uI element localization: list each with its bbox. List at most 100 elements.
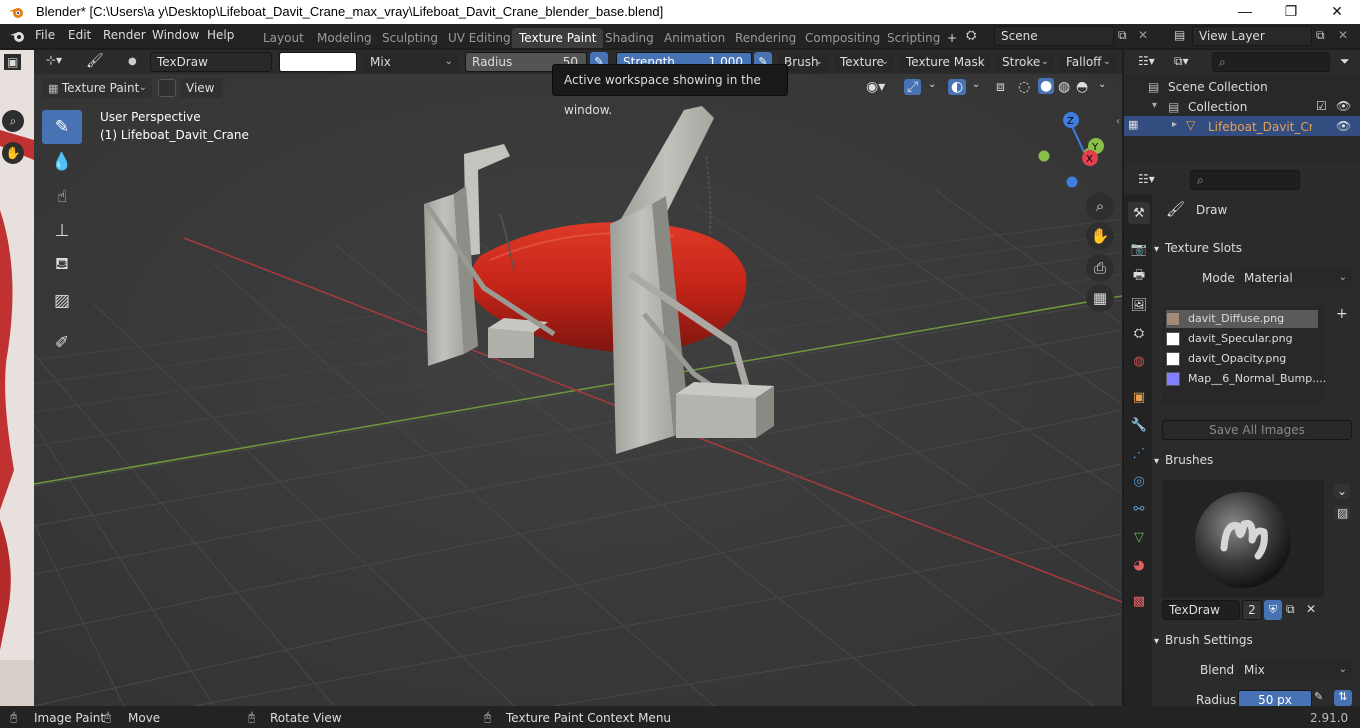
view-layer-tab-icon[interactable]: 🖼	[1128, 294, 1150, 316]
properties-search-input[interactable]: ⌕	[1190, 170, 1300, 190]
outliner-editor-icon[interactable]: ☷▾	[1138, 54, 1155, 68]
scene-selector[interactable]: Scene	[994, 26, 1114, 46]
brush-blend-dropdown[interactable]: Mix ⌄	[1238, 660, 1352, 680]
texture-tab-icon[interactable]: ▩	[1128, 590, 1150, 612]
render-properties-tab-icon[interactable]: 📷	[1128, 238, 1150, 260]
texture-slot-item[interactable]: Map__6_Normal_Bump....	[1166, 370, 1326, 388]
gizmo-toggle-icon[interactable]: ⤢	[904, 79, 922, 95]
radius-pressure-icon[interactable]: ✎	[1314, 690, 1330, 706]
tool-smear-brush[interactable]: ☝	[42, 180, 82, 214]
add-workspace-button[interactable]: +	[940, 28, 964, 48]
particles-tab-icon[interactable]: ⋰	[1128, 442, 1150, 464]
tab-uv-editing[interactable]: UV Editing	[441, 28, 518, 48]
properties-editor-icon[interactable]: ☷▾	[1138, 172, 1155, 186]
tool-fill-brush[interactable]: ⛾	[42, 248, 82, 282]
brush-name-field[interactable]: TexDraw	[150, 52, 272, 72]
radius-unit-icon[interactable]: ⇅	[1334, 690, 1352, 706]
brush-preview-panel[interactable]	[1162, 480, 1324, 598]
sidebar-toggle-icon[interactable]: ‹	[1116, 116, 1120, 127]
view-layer-selector[interactable]: View Layer	[1192, 26, 1312, 46]
minimize-button[interactable]: —	[1222, 0, 1268, 24]
rendered-shading-icon[interactable]: ◓	[1076, 79, 1088, 95]
material-preview-icon[interactable]: ◍	[1058, 79, 1070, 95]
tab-layout[interactable]: Layout	[256, 28, 311, 48]
outliner-collection[interactable]: Collection	[1188, 100, 1247, 114]
menu-window[interactable]: Window	[152, 28, 199, 42]
material-tab-icon[interactable]: ◕	[1128, 554, 1150, 576]
view-menu[interactable]: View	[180, 78, 222, 98]
brush-icon[interactable]: 🖌	[86, 53, 104, 69]
texture-slots-header[interactable]: ▾ Texture Slots	[1154, 237, 1358, 259]
scene-icon[interactable]: ⛭	[966, 28, 976, 43]
wireframe-shading-icon[interactable]: ◌	[1018, 79, 1030, 95]
brush-image-icon[interactable]: ▨	[1334, 506, 1352, 520]
tool-mask-brush[interactable]: ▨	[42, 284, 82, 318]
new-scene-icon[interactable]: ⧉	[1118, 28, 1127, 43]
outliner-object-name[interactable]: Lifeboat_Davit_Crane	[1208, 120, 1312, 134]
blend-mode-dropdown[interactable]: Mix ⌄	[364, 52, 458, 72]
brush-color-swatch[interactable]	[279, 52, 357, 72]
tool-annotate[interactable]: ✐	[42, 326, 82, 360]
brush-list-chevron-icon[interactable]: ⌄	[1334, 484, 1351, 498]
gizmo-menu-chevron-icon[interactable]: ⌄	[928, 79, 936, 90]
editor-type-icon[interactable]: ▣	[4, 54, 22, 70]
modifier-properties-tab-icon[interactable]: 🔧	[1128, 414, 1150, 436]
display-mode-icon[interactable]: ⧉▾	[1174, 54, 1189, 69]
tab-shading[interactable]: Shading	[598, 28, 661, 48]
menu-file[interactable]: File	[35, 28, 55, 42]
texture-slot-item[interactable]: davit_Opacity.png	[1166, 350, 1318, 368]
zoom-icon[interactable]: ⌕	[1086, 192, 1114, 220]
pan-hand-icon[interactable]: ✋	[2, 142, 24, 164]
unlink-brush-icon[interactable]: ✕	[1306, 602, 1316, 616]
xray-toggle-icon[interactable]: ⧈	[996, 79, 1005, 95]
tool-draw-brush[interactable]: ✎	[42, 110, 82, 144]
outliner-search-input[interactable]: ⌕	[1212, 52, 1330, 72]
paint-mask-toggle[interactable]	[158, 79, 176, 97]
tab-rendering[interactable]: Rendering	[728, 28, 803, 48]
view-layer-icon[interactable]: ▤	[1174, 28, 1185, 42]
menu-help[interactable]: Help	[207, 28, 234, 42]
fake-user-shield-icon[interactable]: ⛨	[1264, 600, 1282, 620]
object-visibility-eye-icon[interactable]: 👁	[1336, 119, 1351, 133]
falloff-menu[interactable]: Falloff ⌄	[1060, 52, 1116, 72]
texture-mask-menu[interactable]: Texture Mask ⌄	[900, 52, 990, 72]
physics-tab-icon[interactable]: ◎	[1128, 470, 1150, 492]
tab-sculpting[interactable]: Sculpting	[375, 28, 445, 48]
tab-scripting[interactable]: Scripting	[880, 28, 947, 48]
expand-collection-icon[interactable]: ▾	[1152, 100, 1157, 111]
new-view-layer-icon[interactable]: ⧉	[1316, 28, 1325, 43]
save-all-images-button[interactable]: Save All Images	[1162, 420, 1352, 440]
duplicate-brush-icon[interactable]: ⧉	[1286, 602, 1295, 617]
slot-mode-dropdown[interactable]: Material ⌄	[1238, 268, 1352, 288]
delete-view-layer-icon[interactable]: ✕	[1338, 28, 1348, 42]
pan-hand-icon[interactable]: ✋	[1086, 222, 1114, 250]
brush-settings-header[interactable]: ▾ Brush Settings	[1154, 629, 1358, 651]
texture-slot-item[interactable]: davit_Specular.png	[1166, 330, 1318, 348]
brush-name-input[interactable]: TexDraw	[1162, 600, 1240, 620]
world-properties-tab-icon[interactable]: ◍	[1128, 350, 1150, 372]
shading-menu-chevron-icon[interactable]: ⌄	[1098, 79, 1106, 90]
expand-object-icon[interactable]: ▸	[1172, 119, 1177, 130]
close-button[interactable]: ✕	[1314, 0, 1360, 24]
tool-clone-brush[interactable]: ⊥	[42, 214, 82, 248]
menu-edit[interactable]: Edit	[68, 28, 91, 42]
camera-view-icon[interactable]: ⎙	[1086, 254, 1114, 282]
maximize-button[interactable]: ❐	[1268, 0, 1314, 24]
solid-shading-icon[interactable]: ●	[1038, 78, 1055, 94]
tab-modeling[interactable]: Modeling	[310, 28, 379, 48]
tab-animation[interactable]: Animation	[657, 28, 732, 48]
outliner-scene-collection[interactable]: Scene Collection	[1168, 80, 1268, 94]
constraints-tab-icon[interactable]: ⚯	[1128, 498, 1150, 520]
tab-compositing[interactable]: Compositing	[798, 28, 887, 48]
brush-type-icon[interactable]: ●	[128, 56, 137, 67]
delete-scene-icon[interactable]: ✕	[1138, 28, 1148, 42]
overlays-menu-chevron-icon[interactable]: ⌄	[972, 79, 980, 90]
3d-viewport[interactable]: Z Y X	[34, 74, 1122, 706]
tool-settings-icon[interactable]: ⊹▾	[46, 53, 62, 67]
ortho-grid-icon[interactable]: ▦	[1086, 284, 1114, 312]
menu-render[interactable]: Render	[103, 28, 146, 42]
object-properties-tab-icon[interactable]: ▣	[1128, 386, 1150, 408]
collection-visibility-eye-icon[interactable]: 👁	[1336, 99, 1351, 113]
tool-soften-brush[interactable]: 💧	[42, 145, 82, 179]
visibility-eye-icon[interactable]: ◉▾	[866, 79, 885, 95]
